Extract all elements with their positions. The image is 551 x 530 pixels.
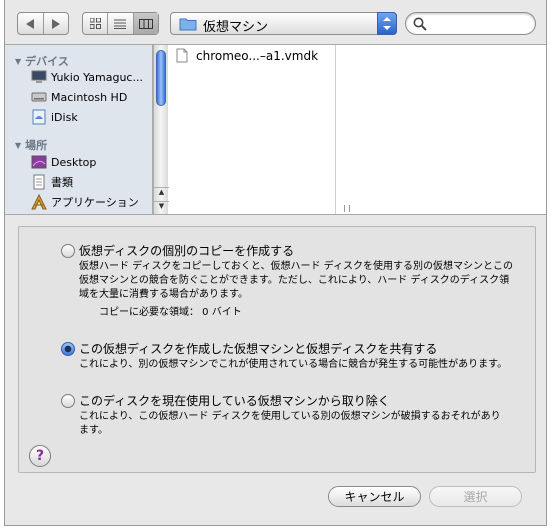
sidebar-scrollbar[interactable]: ▲ ▼ — [153, 45, 169, 215]
option-share-title[interactable]: この仮想ディスクを作成した仮想マシンと仮想ディスクを共有する — [79, 340, 437, 357]
desktop-icon — [31, 154, 47, 170]
sidebar-item-computer[interactable]: Yukio Yamaguc... — [31, 67, 143, 87]
radio-copy-disk[interactable] — [61, 244, 75, 258]
option-copy-title[interactable]: 仮想ディスクの個別のコピーを作成する — [79, 242, 294, 259]
icon-view-button[interactable] — [83, 13, 109, 34]
search-icon — [413, 17, 427, 31]
disclosure-triangle-icon: ▼ — [15, 56, 22, 66]
option-share-description: これにより、別の仮想マシンでこれが使用されている場合に競合が発生する可能性があり… — [79, 359, 508, 370]
list-view-button[interactable] — [108, 13, 134, 34]
forward-arrow-icon — [52, 18, 61, 29]
select-button[interactable]: 選択 — [429, 486, 522, 507]
help-icon: ? — [35, 448, 45, 464]
folder-icon — [179, 17, 197, 34]
idisk-icon — [31, 109, 47, 125]
sidebar-item-label: Desktop — [51, 155, 97, 169]
view-mode-switcher — [82, 12, 159, 35]
sidebar-item-documents[interactable]: 書類 — [31, 172, 73, 192]
sidebar-item-idisk[interactable]: iDisk — [31, 107, 78, 127]
location-popup[interactable]: 仮想マシン — [170, 12, 397, 35]
sidebar-item-applications[interactable]: アプリケーション — [31, 192, 139, 212]
file-name: chromeo...–a1.vmdk — [196, 48, 319, 63]
toolbar: 仮想マシン — [5, 0, 546, 44]
scrollbar-thumb[interactable] — [156, 50, 166, 106]
option-remove-title[interactable]: このディスクを現在使用している仮想マシンから取り除く — [79, 392, 390, 409]
sidebar-section-places[interactable]: ▼ 場所 — [15, 137, 47, 153]
chevron-up-down-icon — [377, 12, 397, 35]
copy-space-label: コピーに必要な領域： 0 バイト — [99, 307, 242, 318]
sidebar-item-label: iDisk — [51, 110, 78, 124]
document-icon — [176, 48, 188, 63]
sidebar-item-label: 書類 — [51, 176, 73, 189]
location-label: 仮想マシン — [203, 20, 269, 35]
help-button[interactable]: ? — [29, 445, 51, 467]
disclosure-triangle-icon: ▼ — [15, 140, 22, 150]
sidebar-section-title: 場所 — [25, 139, 48, 152]
file-browser: ▼ デバイス Yukio Yamaguc... Macintosh HD iDi… — [5, 44, 546, 215]
columns-icon — [138, 18, 153, 29]
sidebar-item-label: Yukio Yamaguc... — [51, 70, 143, 84]
back-button[interactable] — [18, 13, 44, 34]
back-arrow-icon — [25, 18, 34, 29]
radio-remove-disk[interactable] — [61, 394, 75, 408]
computer-icon — [31, 69, 47, 85]
cancel-button[interactable]: キャンセル — [328, 486, 421, 507]
sidebar-item-desktop[interactable]: Desktop — [31, 152, 96, 172]
documents-icon — [31, 174, 47, 190]
search-field[interactable] — [405, 12, 536, 35]
hard-disk-icon — [31, 89, 47, 105]
sidebar-item-label: アプリケーション — [51, 196, 139, 209]
history-nav — [17, 12, 69, 35]
column-view-button[interactable] — [133, 13, 158, 34]
option-copy-description: 仮想ハード ディスクをコピーしておくと、仮想ハード ディスクを使用する別の仮想マ… — [79, 261, 513, 300]
forward-button[interactable] — [44, 13, 69, 34]
browser-column-2 — [336, 45, 549, 214]
list-icon — [114, 19, 127, 29]
disk-options-panel: 仮想ディスクの個別のコピーを作成する 仮想ハード ディスクをコピーしておくと、仮… — [18, 226, 536, 473]
sidebar-item-macintosh-hd[interactable]: Macintosh HD — [31, 87, 127, 107]
scroll-down-arrow-icon[interactable]: ▼ — [154, 201, 169, 215]
scroll-up-arrow-icon[interactable]: ▲ — [154, 187, 169, 201]
option-remove-description: これにより、この仮想ハード ディスクを使用している別の仮想マシンが破損するおそれ… — [79, 411, 501, 436]
open-dialog: 仮想マシン ▼ デバイス Yukio Yamaguc... Macintosh … — [4, 0, 547, 526]
sidebar-item-label: Macintosh HD — [51, 90, 128, 104]
sidebar: ▼ デバイス Yukio Yamaguc... Macintosh HD iDi… — [5, 45, 153, 214]
file-item[interactable]: chromeo...–a1.vmdk — [176, 48, 318, 63]
applications-icon — [31, 194, 47, 210]
icon-grid-icon — [89, 18, 101, 29]
browser-column-1: chromeo...–a1.vmdk — [168, 45, 336, 214]
radio-share-disk[interactable] — [61, 342, 75, 356]
